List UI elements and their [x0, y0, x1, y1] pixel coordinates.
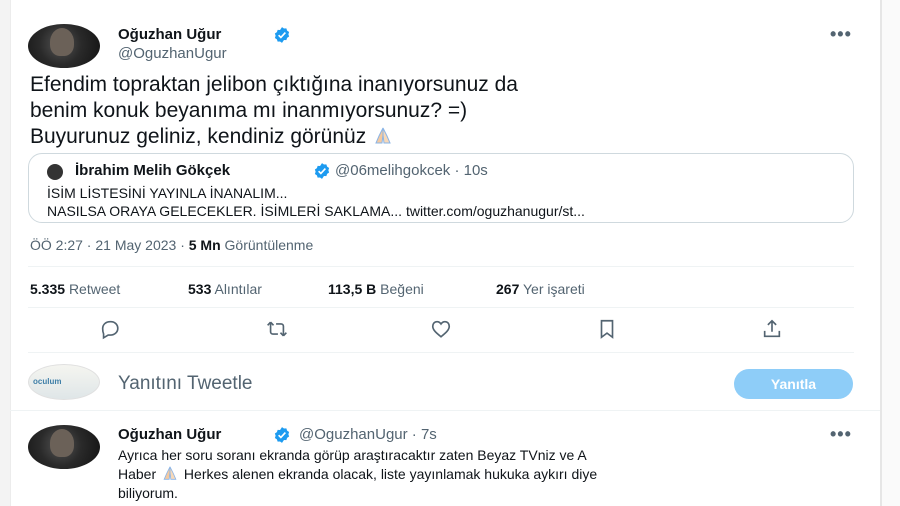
likes-label: Beğeni [380, 281, 424, 297]
retweets-label: Retweet [68, 281, 121, 297]
tweet-text: Efendim topraktan jelibon çıktığına inan… [30, 72, 850, 150]
quotes-count: 533 [188, 281, 212, 297]
retweet-icon [267, 321, 287, 337]
reply-text-line: Haber Herkes alenen ekranda olacak, list… [118, 465, 858, 484]
divider [28, 307, 854, 308]
bookmarks-stat[interactable]: 267 Yer işareti [496, 281, 585, 297]
reply-author-avatar[interactable] [28, 425, 100, 469]
quotes-stat[interactable]: 533 Alıntılar [188, 281, 262, 297]
quoted-text-line: İSİM LİSTESİNİ YAYINLA İNANALIM... [47, 185, 288, 201]
reply-icon [101, 320, 119, 340]
quoted-tweet-text: İSİM LİSTESİNİ YAYINLA İNANALIM... NASIL… [47, 184, 585, 220]
bookmark-action[interactable] [596, 318, 618, 340]
tweet-text-line: benim konuk beyanıma mı inanmıyorsunuz? … [30, 99, 468, 122]
tweet-text-line-content: Buyurunuz geliniz, kendiniz görünüz [30, 125, 367, 148]
avatar-label: oculum [33, 377, 62, 386]
tweet-text-line: Buyurunuz geliniz, kendiniz görünüz [30, 124, 850, 150]
quotes-label: Alıntılar [214, 281, 262, 297]
reply-text-line: biliyorum. [118, 485, 178, 501]
reply-button[interactable]: Yanıtla [734, 369, 853, 399]
tweet-timestamp[interactable]: ÖÖ 2:27 · 21 May 2023 · [30, 237, 189, 253]
more-options-icon[interactable]: ••• [830, 24, 852, 45]
like-icon [431, 320, 451, 338]
bookmarks-count: 267 [496, 281, 520, 297]
window-frame-right [880, 0, 900, 506]
share-action[interactable] [761, 318, 783, 340]
reply-text-segment: Herkes alenen ekranda olacak, liste yayı… [183, 466, 598, 482]
window-frame-left [0, 0, 10, 506]
reply-author-name[interactable]: Oğuzhan Uğur [118, 426, 221, 443]
frame-divider [10, 0, 11, 506]
folded-hands-emoji-icon [375, 127, 391, 144]
reply-input[interactable]: Yanıtını Tweetle [118, 373, 253, 395]
quoted-author-name[interactable]: İbrahim Melih Gökçek [75, 162, 230, 179]
author-avatar[interactable] [28, 24, 100, 68]
verified-badge-icon [314, 163, 330, 179]
share-icon [763, 319, 781, 338]
reply-more-options-icon[interactable]: ••• [830, 424, 852, 445]
divider [28, 352, 854, 353]
folded-hands-emoji-icon [163, 466, 177, 480]
reply-text-line: Ayrıca her soru soranı ekranda görüp ara… [118, 447, 587, 463]
author-handle[interactable]: @OguzhanUgur [118, 45, 227, 62]
tweet-text-line: Efendim topraktan jelibon çıktığına inan… [30, 73, 518, 96]
reply-text-segment: Haber [118, 466, 157, 482]
quoted-author-avatar[interactable] [47, 164, 63, 180]
likes-stat[interactable]: 113,5 B Beğeni [328, 281, 424, 297]
quoted-text-line: NASILSA ORAYA GELECEKLER. İSİMLERİ SAKLA… [47, 203, 585, 219]
reply-text: Ayrıca her soru soranı ekranda görüp ara… [118, 446, 858, 503]
bookmarks-label: Yer işareti [523, 281, 585, 297]
quoted-author-handle[interactable]: @06melihgokcek · 10s [335, 162, 488, 179]
reply-action[interactable] [99, 318, 121, 340]
retweets-count: 5.335 [30, 281, 66, 297]
views-label: Görüntülenme [224, 237, 314, 253]
author-name[interactable]: Oğuzhan Uğur [118, 26, 221, 43]
retweets-stat[interactable]: 5.335 Retweet [30, 281, 120, 297]
like-action[interactable] [430, 318, 452, 340]
verified-badge-icon [274, 427, 290, 443]
quoted-tweet[interactable]: İbrahim Melih Gökçek @06melihgokcek · 10… [28, 153, 854, 223]
verified-badge-icon [274, 27, 290, 43]
bookmark-icon [600, 319, 614, 339]
retweet-action[interactable] [266, 318, 288, 340]
tweet-meta: ÖÖ 2:27 · 21 May 2023 · 5 Mn Görüntülenm… [30, 237, 313, 253]
views-count: 5 Mn [188, 237, 221, 253]
reply-author-handle[interactable]: @OguzhanUgur · 7s [299, 426, 437, 443]
likes-count: 113,5 B [328, 281, 377, 297]
current-user-avatar[interactable]: oculum [28, 364, 100, 400]
divider [28, 266, 854, 267]
divider [10, 410, 880, 411]
